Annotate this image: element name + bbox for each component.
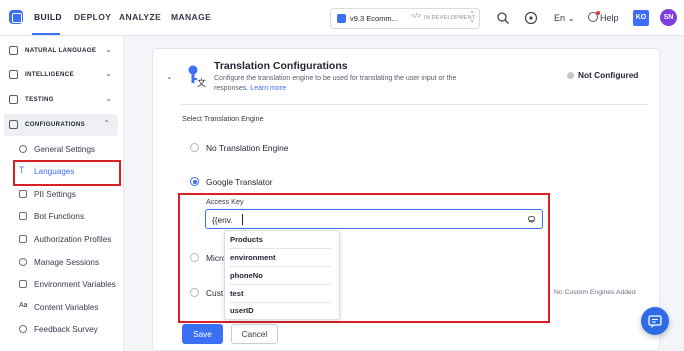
nav-manage[interactable]: MANAGE xyxy=(171,12,211,22)
dropdown-item-test[interactable]: test xyxy=(229,285,331,303)
page-title: Translation Configurations xyxy=(214,60,348,72)
section-label: CONFIGURATIONS xyxy=(25,121,86,128)
chevron-down-icon[interactable]: ⌄ xyxy=(166,72,173,81)
add-circle-icon[interactable] xyxy=(524,11,538,25)
dropdown-item-label: userID xyxy=(230,306,254,315)
status-badge: Not Configured xyxy=(578,70,639,80)
nav-active-indicator xyxy=(32,33,60,35)
sidebar-item-label: Authorization Profiles xyxy=(34,235,112,244)
sidebar: NATURAL LANGUAGE ⌄ INTELLIGENCE ⌄ TESTIN… xyxy=(0,36,124,351)
search-icon[interactable] xyxy=(496,11,510,25)
content-icon: Aa xyxy=(19,302,28,309)
code-icon: </> xyxy=(411,13,422,20)
top-bar: BUILD DEPLOY ANALYZE MANAGE v9.3 Ecomm..… xyxy=(0,0,684,36)
sidebar-item-content-variables[interactable]: Aa Content Variables xyxy=(16,298,120,318)
clock-icon xyxy=(19,258,27,266)
access-key-label: Access Key xyxy=(206,197,244,206)
intelligence-icon xyxy=(9,70,18,79)
sidebar-item-label: PII Settings xyxy=(34,190,76,199)
configurations-icon xyxy=(9,120,18,129)
section-label: TESTING xyxy=(25,96,54,103)
section-label: NATURAL LANGUAGE xyxy=(25,47,97,54)
chat-icon xyxy=(648,315,662,328)
section-label: INTELLIGENCE xyxy=(25,71,74,78)
nav-build[interactable]: BUILD xyxy=(34,12,62,22)
no-custom-engines-text: No Custom Engines Added xyxy=(554,289,636,296)
sidebar-section-configurations[interactable]: CONFIGURATIONS ⌃ xyxy=(4,114,118,136)
profile-avatar[interactable]: SN xyxy=(660,9,677,26)
natural-language-icon xyxy=(9,46,18,55)
settings-icon xyxy=(19,145,27,153)
sidebar-item-manage-sessions[interactable]: Manage Sessions xyxy=(16,253,120,273)
sidebar-item-authorization-profiles[interactable]: Authorization Profiles xyxy=(16,230,120,250)
app-icon xyxy=(337,14,346,23)
chevron-down-icon: ⌄ xyxy=(567,13,576,23)
language-selector[interactable]: En ⌄ xyxy=(554,13,575,24)
sidebar-item-pii-settings[interactable]: PII Settings xyxy=(16,185,120,205)
lock-icon xyxy=(19,235,27,243)
dropdown-item-userid[interactable]: userID xyxy=(229,302,331,320)
dropdown-item-products[interactable]: Products xyxy=(229,231,331,249)
chevron-down-icon: ⌄ xyxy=(105,45,112,54)
sidebar-item-feedback-survey[interactable]: Feedback Survey xyxy=(16,320,120,340)
divider xyxy=(180,104,648,105)
chevron-up-icon: ⌃ xyxy=(103,119,110,128)
testing-icon xyxy=(9,95,18,104)
dropdown-item-label: phoneNo xyxy=(230,271,263,280)
app-status: IN DEVELOPMENT xyxy=(424,15,476,21)
access-key-value: {{env. xyxy=(212,215,233,225)
nav-deploy[interactable]: DEPLOY xyxy=(74,12,111,22)
sidebar-section-natural-language[interactable]: NATURAL LANGUAGE ⌄ xyxy=(0,40,124,62)
app-name: v9.3 Ecomm... xyxy=(350,14,398,23)
radio-no-translation[interactable] xyxy=(190,143,199,152)
chat-button[interactable] xyxy=(641,307,669,335)
key-icon[interactable] xyxy=(527,215,536,224)
sidebar-item-label: Manage Sessions xyxy=(34,258,100,267)
sidebar-item-label: General Settings xyxy=(34,145,95,154)
option-google-translator[interactable]: Google Translator xyxy=(206,177,273,187)
user-avatar[interactable]: KO xyxy=(633,10,649,26)
chevron-down-icon: ⌄ xyxy=(105,69,112,78)
dropdown-item-phoneno[interactable]: phoneNo xyxy=(229,267,331,285)
languages-highlight-box xyxy=(13,160,121,186)
dropdown-item-label: test xyxy=(230,289,244,298)
sidebar-section-testing[interactable]: TESTING ⌄ xyxy=(0,89,124,111)
sidebar-item-label: Environment Variables xyxy=(34,280,116,289)
updown-chevron-icon: ⌃ ⌄ xyxy=(469,11,475,24)
sidebar-item-label: Bot Functions xyxy=(34,212,85,221)
sidebar-item-label: Content Variables xyxy=(34,303,99,312)
dropdown-item-label: Products xyxy=(230,235,263,244)
option-no-translation[interactable]: No Translation Engine xyxy=(206,143,288,153)
page-description: Configure the translation engine to be u… xyxy=(214,75,457,92)
radio-google-translator[interactable] xyxy=(190,177,199,186)
status-indicator xyxy=(567,72,574,79)
svg-text:文: 文 xyxy=(197,77,206,88)
help-icon[interactable] xyxy=(588,11,600,22)
sidebar-item-label: Feedback Survey xyxy=(34,325,98,334)
cancel-button[interactable]: Cancel xyxy=(231,324,278,344)
sidebar-item-general-settings[interactable]: General Settings xyxy=(16,140,120,160)
dropdown-item-label: environment xyxy=(230,253,276,262)
function-icon xyxy=(19,212,27,220)
chevron-down-icon: ⌄ xyxy=(105,94,112,103)
dropdown-item-environment[interactable]: environment xyxy=(229,249,331,267)
shield-icon xyxy=(19,190,27,198)
help-link[interactable]: Help xyxy=(600,13,619,23)
nav-analyze[interactable]: ANALYZE xyxy=(119,12,161,22)
translate-icon: 文 xyxy=(188,65,206,88)
sidebar-item-environment-variables[interactable]: Environment Variables xyxy=(16,275,120,295)
text-caret xyxy=(242,214,243,225)
sidebar-section-intelligence[interactable]: INTELLIGENCE ⌄ xyxy=(0,64,124,86)
feedback-icon xyxy=(19,325,27,333)
sidebar-item-bot-functions[interactable]: Bot Functions xyxy=(16,207,120,227)
variables-icon xyxy=(19,280,27,288)
app-logo-icon[interactable] xyxy=(9,10,23,24)
app-selector[interactable]: v9.3 Ecomm... </> IN DEVELOPMENT ⌃ ⌄ xyxy=(330,8,480,29)
variable-suggestions-dropdown: Products environment phoneNo test userID xyxy=(224,230,340,320)
save-button[interactable]: Save xyxy=(182,324,223,344)
learn-more-link[interactable]: Learn more xyxy=(250,85,286,92)
access-key-input[interactable]: {{env. xyxy=(205,209,543,229)
engine-section-label: Select Translation Engine xyxy=(182,114,264,123)
